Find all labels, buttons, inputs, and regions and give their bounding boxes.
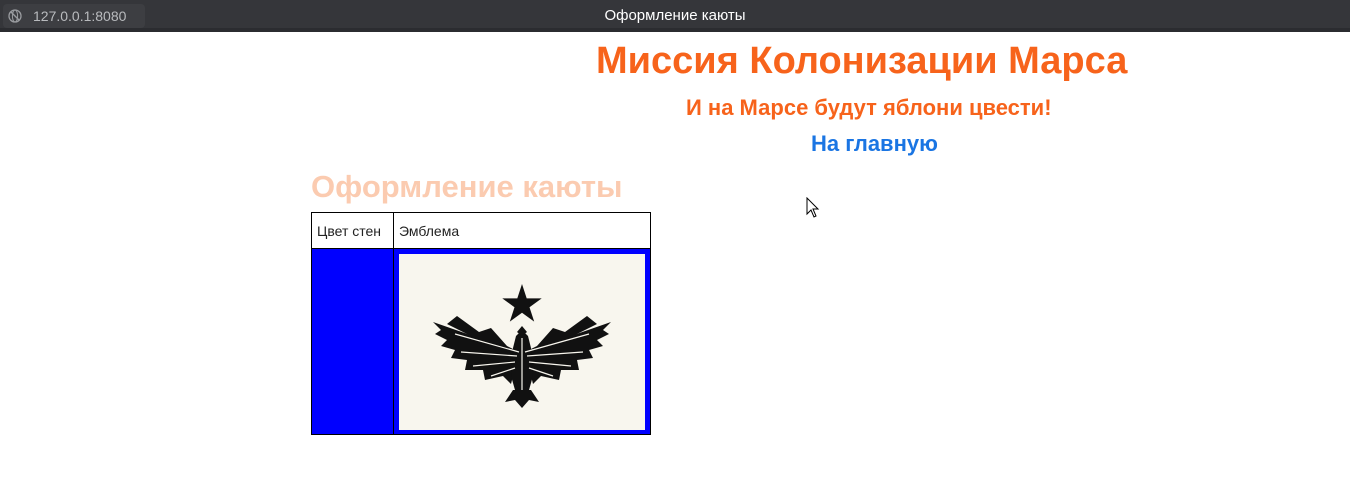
table-header-row: Цвет стен Эмблема: [311, 212, 651, 249]
page-title: Миссия Колонизации Марса: [596, 40, 1128, 82]
eagle-star-icon: [433, 283, 611, 408]
home-link[interactable]: На главную: [811, 131, 938, 157]
window-title: Оформление каюты: [604, 7, 746, 24]
section-title: Оформление каюты: [311, 169, 623, 204]
page-subtitle: И на Марсе будут яблони цвести!: [686, 95, 1052, 120]
table-row: [311, 248, 651, 435]
wall-color-swatch: [311, 248, 394, 435]
mouse-cursor-icon: [806, 197, 820, 218]
header-emblem: Эмблема: [393, 212, 651, 249]
browser-toolbar: 127.0.0.1:8080 Оформление каюты: [0, 0, 1350, 32]
emblem-image: [399, 253, 645, 430]
emblem-cell: [393, 248, 651, 435]
header-wall-color: Цвет стен: [311, 212, 394, 249]
cabin-design-table: Цвет стен Эмблема: [311, 212, 651, 435]
